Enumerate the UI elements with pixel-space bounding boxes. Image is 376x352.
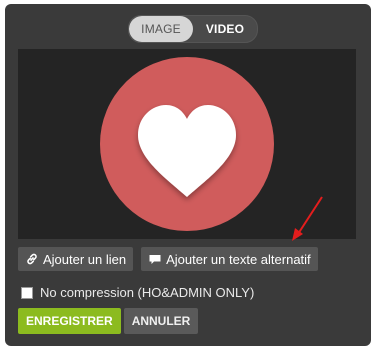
add-link-label: Ajouter un lien xyxy=(43,251,127,267)
toggle-video[interactable]: VIDEO xyxy=(193,16,257,42)
heart-icon xyxy=(100,57,274,231)
save-button[interactable]: ENREGISTRER xyxy=(18,308,121,334)
no-compression-checkbox[interactable] xyxy=(21,286,33,299)
comment-icon xyxy=(148,252,162,266)
media-editor-panel: IMAGE VIDEO Ajouter un lien Ajouter un t… xyxy=(5,4,371,346)
preview-toolbar: Ajouter un lien Ajouter un texte alterna… xyxy=(18,247,318,271)
no-compression-option: No compression (HO&ADMIN ONLY) xyxy=(21,285,254,300)
add-link-button[interactable]: Ajouter un lien xyxy=(18,247,134,271)
add-alt-text-button[interactable]: Ajouter un texte alternatif xyxy=(141,247,318,271)
link-icon xyxy=(25,252,39,266)
add-alt-text-label: Ajouter un texte alternatif xyxy=(166,251,311,267)
media-type-toggle: IMAGE VIDEO xyxy=(128,15,258,43)
cancel-button[interactable]: ANNULER xyxy=(123,308,199,334)
form-actions: ENREGISTRER ANNULER xyxy=(18,308,199,334)
toggle-image[interactable]: IMAGE xyxy=(129,16,193,42)
no-compression-label: No compression (HO&ADMIN ONLY) xyxy=(40,285,255,300)
image-preview xyxy=(18,49,356,239)
